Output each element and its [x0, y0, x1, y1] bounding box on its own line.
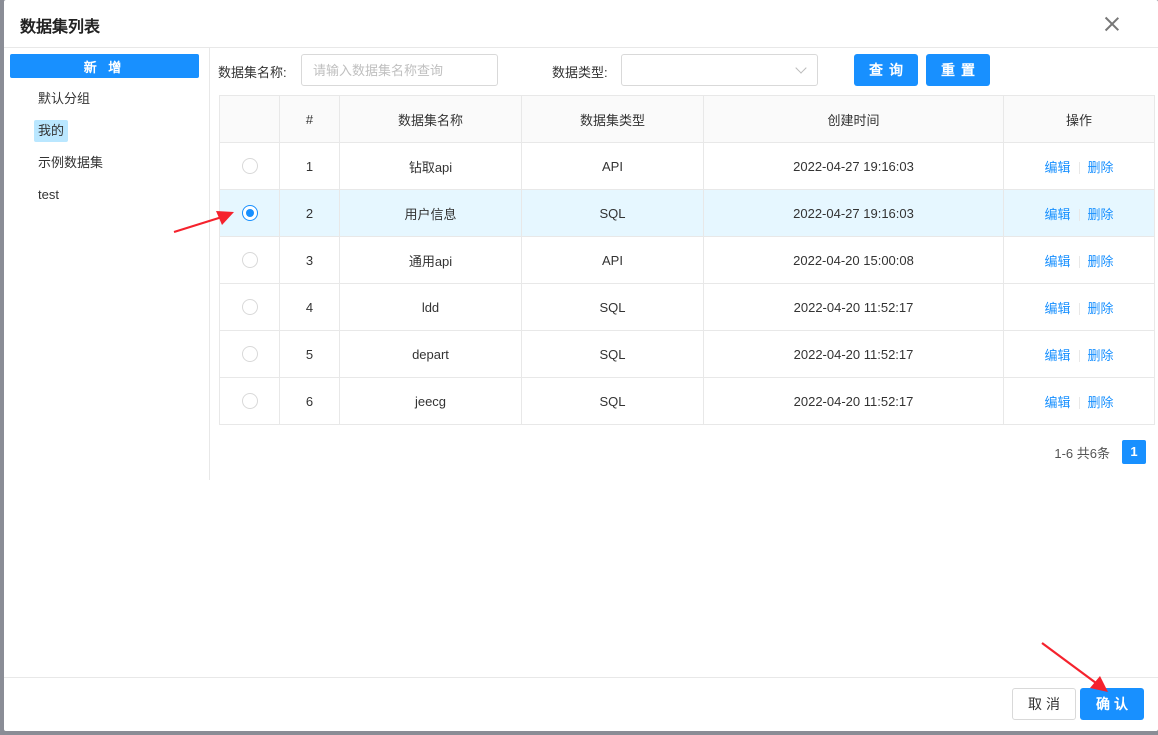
delete-link[interactable]: 删除: [1088, 254, 1114, 269]
delete-link[interactable]: 删除: [1088, 348, 1114, 363]
row-index: 1: [279, 142, 340, 190]
table-row[interactable]: 2 用户信息 SQL 2022-04-27 19:16:03 编辑 删除: [219, 189, 1155, 237]
pagination: 1-6 共6条 1: [1054, 440, 1146, 464]
row-index: 2: [279, 189, 340, 237]
row-created: 2022-04-27 19:16:03: [703, 142, 1004, 190]
edit-link[interactable]: 编辑: [1044, 207, 1070, 222]
confirm-button[interactable]: 确认: [1080, 688, 1144, 720]
table-row[interactable]: 3 通用api API 2022-04-20 15:00:08 编辑 删除: [219, 236, 1155, 284]
column-header-actions: 操作: [1003, 95, 1155, 143]
edit-link[interactable]: 编辑: [1044, 301, 1070, 316]
reset-button[interactable]: 重置: [926, 54, 990, 86]
row-radio[interactable]: [241, 299, 258, 316]
delete-link[interactable]: 删除: [1088, 160, 1114, 175]
table-row[interactable]: 1 钻取api API 2022-04-27 19:16:03 编辑 删除: [219, 142, 1155, 190]
row-type: API: [521, 142, 704, 190]
row-created: 2022-04-20 11:52:17: [703, 330, 1004, 378]
modal-title: 数据集列表: [20, 19, 101, 36]
row-index: 3: [279, 236, 340, 284]
row-type: SQL: [521, 189, 704, 237]
edit-link[interactable]: 编辑: [1044, 348, 1070, 363]
dataset-table: # 数据集名称 数据集类型 创建时间 操作 1 钻取api API 2022-0…: [219, 95, 1155, 425]
close-icon[interactable]: [1102, 14, 1122, 34]
row-type: SQL: [521, 283, 704, 331]
page-button-1[interactable]: 1: [1122, 440, 1146, 464]
row-name: ldd: [339, 283, 522, 331]
table-header-row: # 数据集名称 数据集类型 创建时间 操作: [219, 95, 1155, 143]
cancel-button[interactable]: 取消: [1012, 688, 1076, 720]
modal-footer: 取消 确认: [4, 677, 1158, 731]
row-type: API: [521, 236, 704, 284]
type-select[interactable]: [621, 54, 818, 86]
delete-link[interactable]: 删除: [1088, 207, 1114, 222]
type-search-label: 数据类型:: [552, 65, 608, 80]
row-radio[interactable]: [241, 346, 258, 363]
row-created: 2022-04-27 19:16:03: [703, 189, 1004, 237]
column-header-index: #: [279, 95, 340, 143]
add-button[interactable]: 新 增: [10, 54, 199, 78]
row-name: 用户信息: [339, 189, 522, 237]
row-created: 2022-04-20 15:00:08: [703, 236, 1004, 284]
row-name: 钻取api: [339, 142, 522, 190]
row-radio[interactable]: [241, 252, 258, 269]
sidebar: 新 增 默认分组 我的 示例数据集 test: [4, 48, 210, 480]
edit-link[interactable]: 编辑: [1044, 160, 1070, 175]
select-column-header: [219, 95, 280, 143]
row-created: 2022-04-20 11:52:17: [703, 283, 1004, 331]
row-created: 2022-04-20 11:52:17: [703, 377, 1004, 425]
column-header-name: 数据集名称: [339, 95, 522, 143]
modal-header: 数据集列表: [4, 0, 1158, 48]
row-name: jeecg: [339, 377, 522, 425]
edit-link[interactable]: 编辑: [1044, 395, 1070, 410]
group-tree: 默认分组 我的 示例数据集 test: [34, 88, 107, 216]
query-button[interactable]: 查询: [854, 54, 918, 86]
chevron-down-icon: [795, 62, 807, 74]
row-index: 6: [279, 377, 340, 425]
row-index: 5: [279, 330, 340, 378]
dataset-list-modal: 数据集列表 新 增 默认分组 我的 示例数据集 test 数据集名称: 数据类型…: [4, 0, 1158, 731]
column-header-created: 创建时间: [703, 95, 1004, 143]
column-header-type: 数据集类型: [521, 95, 704, 143]
edit-link[interactable]: 编辑: [1044, 254, 1070, 269]
tree-item-sample-datasets[interactable]: 示例数据集: [34, 152, 107, 174]
row-radio[interactable]: [241, 205, 258, 222]
row-index: 4: [279, 283, 340, 331]
row-type: SQL: [521, 330, 704, 378]
name-search-label: 数据集名称:: [218, 65, 287, 80]
row-type: SQL: [521, 377, 704, 425]
table-row[interactable]: 4 ldd SQL 2022-04-20 11:52:17 编辑 删除: [219, 283, 1155, 331]
delete-link[interactable]: 删除: [1088, 395, 1114, 410]
table-row[interactable]: 5 depart SQL 2022-04-20 11:52:17 编辑 删除: [219, 330, 1155, 378]
row-radio[interactable]: [241, 393, 258, 410]
table-row[interactable]: 6 jeecg SQL 2022-04-20 11:52:17 编辑 删除: [219, 377, 1155, 425]
tree-item-test[interactable]: test: [34, 184, 63, 206]
pagination-total: 1-6 共6条: [1054, 445, 1110, 461]
row-name: 通用api: [339, 236, 522, 284]
row-radio[interactable]: [241, 158, 258, 175]
tree-item-default-group[interactable]: 默认分组: [34, 88, 94, 110]
row-name: depart: [339, 330, 522, 378]
search-bar: 数据集名称: 数据类型: 查询 重置: [218, 54, 1148, 86]
delete-link[interactable]: 删除: [1088, 301, 1114, 316]
tree-item-mine[interactable]: 我的: [34, 120, 69, 142]
name-search-input[interactable]: [301, 54, 498, 86]
